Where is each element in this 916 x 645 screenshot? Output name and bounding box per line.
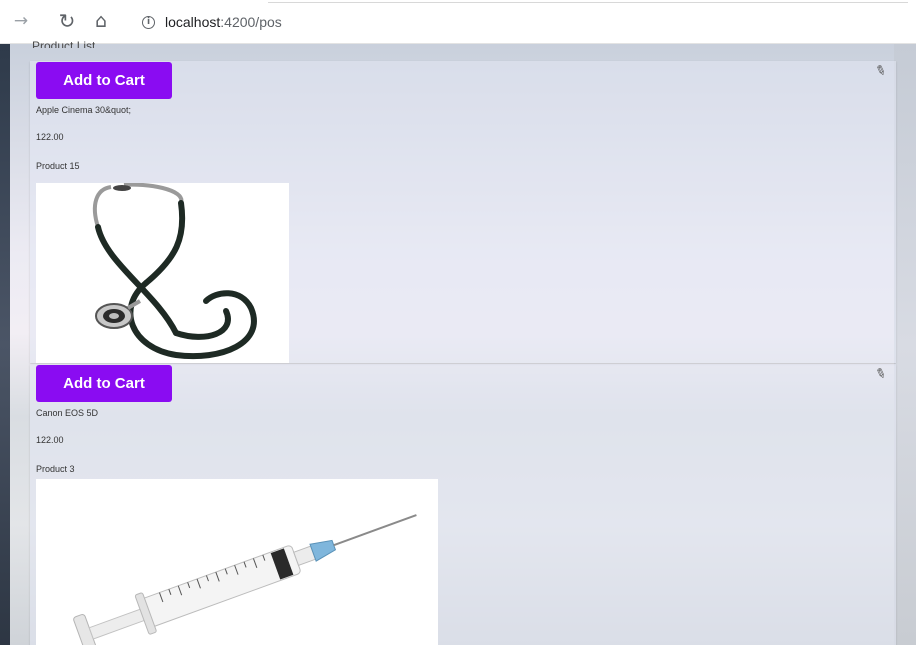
pencil-icon[interactable]: ✎	[873, 366, 888, 384]
product-price: 122.00	[36, 435, 64, 445]
syringe-icon	[73, 514, 417, 645]
product-image	[36, 183, 289, 363]
product-card: Add to Cart ✎ Apple Cinema 30&quot; 122.…	[30, 61, 896, 363]
info-icon[interactable]: i	[142, 15, 155, 29]
stethoscope-icon	[92, 183, 257, 360]
back-arrow-icon[interactable]: →	[8, 8, 34, 34]
product-price: 122.00	[36, 132, 64, 142]
address-bar[interactable]: i localhost:4200/pos	[128, 2, 908, 36]
page-content: Product List Add to Cart ✎ Apple Cinema …	[0, 39, 916, 645]
left-edge-strip	[0, 44, 10, 645]
reload-icon[interactable]: ↻	[54, 8, 80, 34]
product-image	[36, 479, 438, 645]
url-host: localhost	[165, 14, 221, 30]
add-to-cart-button[interactable]: Add to Cart	[36, 365, 172, 402]
url-path: :4200/pos	[220, 14, 282, 30]
product-code: Product 3	[36, 464, 75, 474]
product-code: Product 15	[36, 161, 80, 171]
pencil-icon[interactable]: ✎	[873, 63, 888, 81]
page-title: Product List	[32, 39, 96, 48]
product-name: Apple Cinema 30&quot;	[36, 105, 132, 115]
product-name: Canon EOS 5D	[36, 408, 99, 418]
right-edge-strip	[894, 44, 916, 645]
home-icon[interactable]: ⌂	[88, 8, 114, 34]
browser-toolbar: → ↻ ⌂ i localhost:4200/pos	[0, 0, 916, 44]
product-card: Add to Cart ✎ Canon EOS 5D 122.00 Produc…	[30, 364, 896, 645]
add-to-cart-button[interactable]: Add to Cart	[36, 62, 172, 99]
